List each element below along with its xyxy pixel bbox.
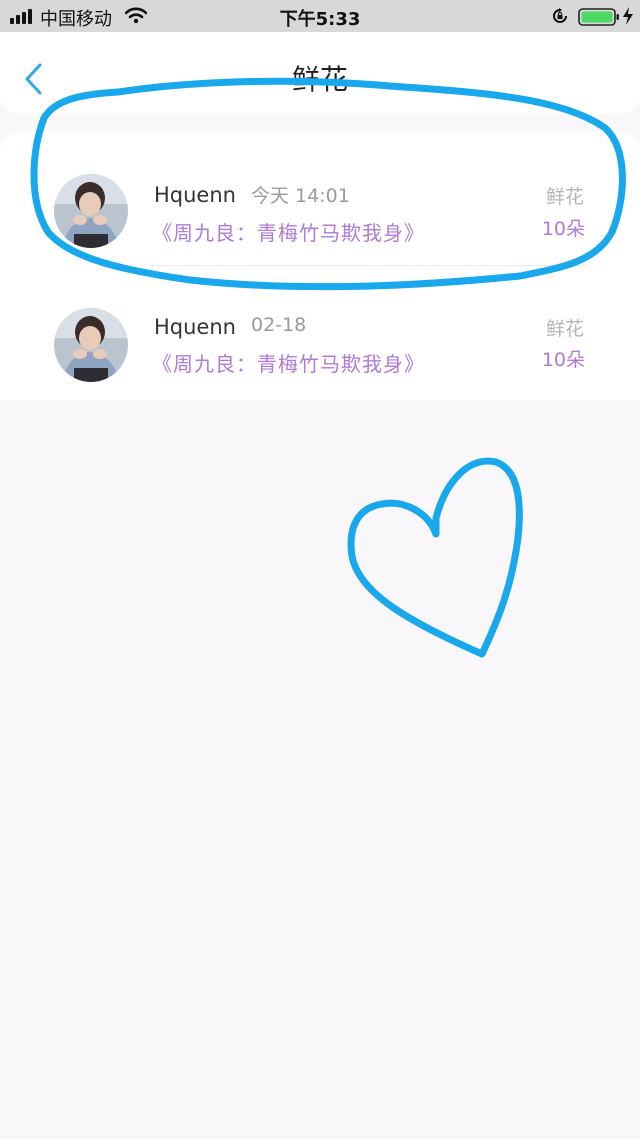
gift-type: 鲜花: [545, 186, 584, 208]
heart-annotation: [347, 457, 523, 658]
list-item[interactable]: Hquenn 今天 14:01 《周九良：青梅竹马欺我身》 鲜花 10朵: [0, 132, 640, 266]
charging-icon: [623, 7, 633, 25]
flower-record-list: Hquenn 今天 14:01 《周九良：青梅竹马欺我身》 鲜花 10朵 Hqu…: [0, 132, 640, 400]
gift-count: 10朵: [541, 218, 585, 240]
status-bar: 中国移动 下午5:33: [0, 0, 640, 32]
list-item[interactable]: Hquenn 02-18 《周九良：青梅竹马欺我身》 鲜花 10朵: [0, 266, 640, 400]
avatar[interactable]: [54, 174, 128, 248]
rotation-lock-icon: [553, 8, 567, 23]
book-title-link[interactable]: 《周九良：青梅竹马欺我身》: [152, 348, 425, 377]
book-title-link[interactable]: 《周九良：青梅竹马欺我身》: [152, 217, 425, 246]
nav-bar: 鲜花: [0, 32, 640, 114]
sender-name: Hquenn: [154, 315, 236, 339]
page-title: 鲜花: [291, 63, 348, 96]
status-time: 下午5:33: [279, 9, 361, 30]
battery-icon: [578, 8, 619, 26]
send-time: 今天 14:01: [251, 185, 350, 207]
send-time: 02-18: [251, 314, 307, 336]
avatar[interactable]: [54, 308, 128, 382]
sender-name: Hquenn: [154, 183, 236, 207]
gift-count: 10朵: [541, 349, 585, 371]
screen: 中国移动 下午5:33 鲜花 Hquenn 今天 14:01 《周九良：青梅竹马…: [0, 0, 640, 1139]
gift-type: 鲜花: [545, 318, 584, 340]
